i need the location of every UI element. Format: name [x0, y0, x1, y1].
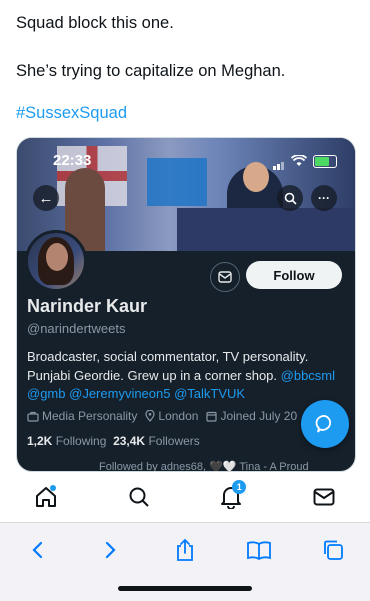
home-indicator — [118, 586, 252, 591]
profile-meta: Media Personality London Joined July 20 — [27, 409, 297, 423]
bio-text: Broadcaster, social commentator, TV pers… — [27, 349, 309, 383]
follow-button[interactable]: Follow — [246, 261, 342, 289]
followers-link[interactable]: 23,4K Followers — [113, 434, 200, 448]
chat-bubble-icon — [315, 415, 332, 433]
wifi-icon — [291, 155, 307, 166]
bio-link[interactable]: @gmb — [27, 386, 66, 401]
profile-bio: Broadcaster, social commentator, TV pers… — [27, 348, 347, 404]
back-button[interactable] — [19, 535, 55, 565]
search-icon — [129, 487, 149, 507]
share-icon — [177, 538, 193, 561]
signal-icon — [273, 152, 285, 170]
back-arrow-icon[interactable]: ← — [33, 185, 59, 211]
hashtag-link[interactable]: #SussexSquad — [16, 104, 127, 123]
tweet-line-2: She’s trying to capitalize on Meghan. — [16, 62, 286, 80]
forward-button[interactable] — [93, 535, 129, 565]
tab-notifications[interactable]: 1 — [211, 477, 251, 517]
bio-link[interactable]: @bbcsml — [281, 368, 335, 383]
category-label: Media Personality — [42, 409, 138, 423]
tab-messages[interactable] — [304, 477, 344, 517]
tab-home[interactable] — [26, 477, 66, 517]
briefcase-icon — [27, 411, 39, 422]
avatar[interactable] — [25, 230, 87, 292]
calendar-icon — [206, 411, 218, 422]
battery-icon — [313, 154, 337, 168]
notification-badge: 1 — [232, 480, 247, 494]
bio-link[interactable]: @Jeremyvineon5 — [69, 386, 170, 401]
profile-handle: @narindertweets — [27, 321, 126, 336]
compose-message-button[interactable] — [301, 400, 349, 448]
bookmarks-button[interactable] — [241, 535, 277, 565]
tab-search[interactable] — [119, 477, 159, 517]
location-pin-icon — [145, 410, 155, 422]
location-label: London — [158, 409, 199, 423]
status-time: 22:33 — [53, 152, 92, 169]
status-icons — [273, 152, 337, 170]
followed-by-text: Followed by adnes68, 🖤🤍 Tina - A Proud — [99, 461, 309, 472]
follow-counts: 1,2K Following 23,4K Followers — [27, 434, 200, 448]
embedded-screenshot[interactable]: 22:33 ← ··· Follow Narinder Kaur @narind… — [16, 137, 356, 472]
search-icon[interactable] — [277, 185, 303, 211]
profile-name: Narinder Kaur — [27, 296, 148, 316]
envelope-icon — [218, 271, 232, 283]
bottom-tab-bar: 1 — [0, 472, 370, 522]
more-options-icon[interactable]: ··· — [311, 185, 337, 211]
chevron-left-icon — [32, 541, 43, 559]
bio-link[interactable]: @TalkTVUK — [174, 386, 245, 401]
joined-label: Joined July 20 — [220, 409, 298, 423]
envelope-icon — [313, 488, 335, 506]
tabs-button[interactable] — [315, 535, 351, 565]
following-link[interactable]: 1,2K Following — [27, 434, 106, 448]
share-button[interactable] — [167, 535, 203, 565]
chevron-right-icon — [105, 541, 116, 559]
tabs-icon — [324, 540, 343, 560]
tweet-line-1: Squad block this one. — [16, 14, 174, 32]
book-icon — [247, 541, 271, 560]
message-button[interactable] — [210, 262, 240, 292]
